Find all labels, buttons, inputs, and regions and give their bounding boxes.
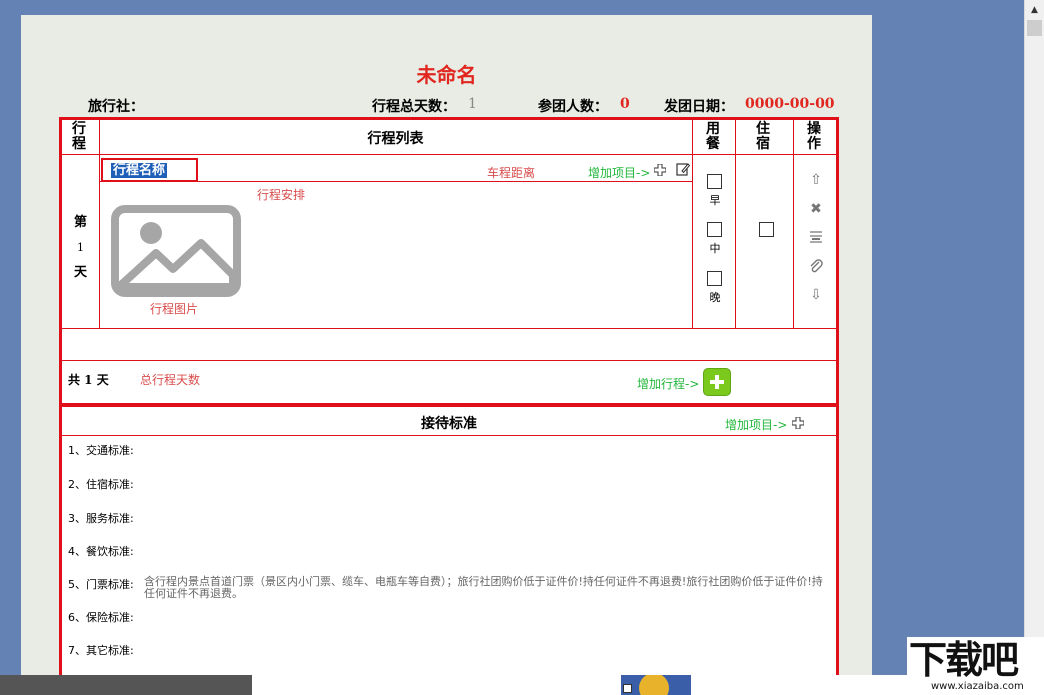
scroll-up-icon[interactable]: ▲ <box>1025 0 1044 20</box>
meal-breakfast[interactable]: 早 <box>707 174 723 208</box>
breakfast-checkbox[interactable] <box>707 174 722 189</box>
attachment-icon[interactable] <box>802 255 830 277</box>
lodging-checkbox[interactable] <box>759 222 774 237</box>
meal-dinner[interactable]: 晚 <box>707 271 723 305</box>
standard-label: 7、其它标准: <box>68 644 134 657</box>
total-days: 共 1 天 <box>68 373 109 387</box>
day-value[interactable]: 1 <box>62 235 99 260</box>
standard-label: 2、住宿标准: <box>68 478 134 491</box>
divider <box>62 328 836 329</box>
day-prefix: 第 <box>73 215 87 230</box>
date-value[interactable]: 0000-00-00 <box>745 96 835 112</box>
vertical-scrollbar[interactable]: ▲ <box>1024 0 1044 675</box>
col-meal-header: 用餐 <box>706 121 720 152</box>
distance-field[interactable]: 车程距离 <box>487 164 535 181</box>
watermark-url: www.xiazaiba.com <box>931 681 1024 692</box>
taskbar-left <box>0 675 252 695</box>
document-title[interactable]: 未命名 <box>21 59 872 88</box>
divider <box>99 120 100 329</box>
itinerary-table: 行程 行程列表 用餐 住宿 操作 第 1 天 行程名称 车程距离 增加项目-> … <box>59 117 839 406</box>
divider <box>692 120 693 329</box>
watermark-logo: 下载吧 <box>909 638 1019 682</box>
image-label: 行程图片 <box>150 302 199 316</box>
reception-title: 接待标准 <box>421 416 477 432</box>
day-number: 第 1 天 <box>62 210 99 285</box>
reception-standards: 接待标准 增加项目-> 1、交通标准: 2、住宿标准: 3、服务标准: 4、餐饮… <box>59 404 839 675</box>
add-standard-link[interactable]: 增加项目-> <box>725 416 787 433</box>
people-label: 参团人数： <box>538 99 608 115</box>
divider <box>62 154 836 155</box>
watermark: 下载吧 www.xiazaiba.com <box>907 637 1044 695</box>
scroll-thumb[interactable] <box>1027 20 1042 36</box>
total-days-label: 行程总天数： <box>372 99 456 115</box>
move-down-icon[interactable]: ⇩ <box>802 284 830 306</box>
add-item-link[interactable]: 增加项目-> <box>588 164 650 181</box>
insert-row-icon[interactable] <box>802 226 830 248</box>
col-ops-header: 操作 <box>807 121 821 152</box>
image-placeholder-icon[interactable] <box>111 205 241 297</box>
document-page: 未命名 旅行社： 行程总天数： 1 参团人数： 0 发团日期： 0000-00-… <box>21 15 872 675</box>
agency-label[interactable]: 旅行社： <box>88 96 144 116</box>
lunch-label: 中 <box>709 242 721 255</box>
col-lodging-header: 住宿 <box>756 121 770 152</box>
date-label: 发团日期： <box>664 99 734 115</box>
dinner-label: 晚 <box>709 291 721 304</box>
standard-label: 1、交通标准: <box>68 444 134 457</box>
plus-icon[interactable] <box>654 164 666 176</box>
divider <box>62 435 836 436</box>
col-list-header: 行程列表 <box>367 131 424 147</box>
add-trip-link[interactable]: 增加行程-> <box>637 375 699 392</box>
divider <box>62 360 836 361</box>
arrangement-field[interactable]: 行程安排 <box>257 186 305 203</box>
info-row: 旅行社： 行程总天数： 1 参团人数： 0 发团日期： 0000-00-00 <box>21 96 872 116</box>
standard-label: 3、服务标准: <box>68 512 134 525</box>
standard-label: 5、门票标准: <box>68 578 134 591</box>
standard-value[interactable]: 含行程内景点首道门票（景区内小门票、缆车、电瓶车等自费）；旅行社团购价低于证件价… <box>144 576 832 600</box>
divider <box>735 120 736 329</box>
standard-label: 4、餐饮标准: <box>68 545 134 558</box>
plus-icon[interactable] <box>792 417 804 429</box>
plus-icon <box>710 375 724 389</box>
col-trip-header: 行程 <box>72 121 86 152</box>
trip-name-field[interactable]: 行程名称 <box>101 158 198 182</box>
lunch-checkbox[interactable] <box>707 222 722 237</box>
total-days-value: 1 <box>468 96 477 112</box>
edit-icon[interactable] <box>676 162 690 176</box>
desktop-app-icon[interactable] <box>621 673 691 695</box>
standard-label: 6、保险标准: <box>68 611 134 624</box>
delete-icon[interactable]: ✖ <box>802 198 830 220</box>
add-trip-button[interactable] <box>703 368 731 396</box>
divider <box>793 120 794 329</box>
total-days-hint: 总行程天数 <box>140 373 201 387</box>
people-value[interactable]: 0 <box>620 96 630 112</box>
trip-name-text[interactable]: 行程名称 <box>111 163 168 178</box>
move-up-icon[interactable]: ⇧ <box>802 169 830 191</box>
meal-lunch[interactable]: 中 <box>707 222 723 256</box>
breakfast-label: 早 <box>709 194 721 207</box>
day-suffix: 天 <box>73 265 87 280</box>
dinner-checkbox[interactable] <box>707 271 722 286</box>
